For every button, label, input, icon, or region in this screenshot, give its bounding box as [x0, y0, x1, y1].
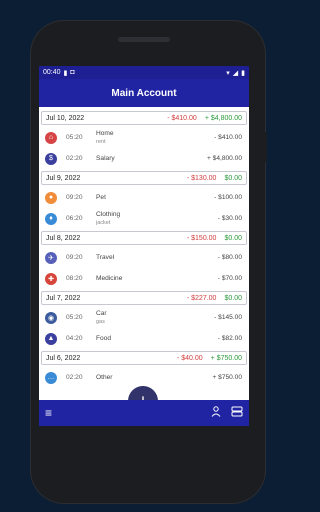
day-date: Jul 7, 2022: [46, 294, 81, 302]
transaction-desc: Pet: [96, 194, 214, 202]
transaction-note: rent: [96, 138, 106, 145]
transaction-time: 05:20: [66, 314, 83, 321]
transaction-row[interactable]: ⌂ 05:20 Home rent - $410.00: [41, 127, 247, 148]
transaction-row[interactable]: $02:20 Salary + $4,800.00: [41, 148, 247, 169]
transaction-row[interactable]: ▲ 04:20 Food - $82.00: [41, 328, 247, 349]
page-title: Main Account: [111, 87, 177, 99]
food-icon: ▲: [45, 332, 57, 345]
day-expense-total: - $130.00: [186, 174, 217, 182]
transaction-category: Car: [96, 309, 107, 317]
other-icon: …: [45, 371, 57, 384]
transaction-desc: Other: [96, 374, 212, 382]
day-header: Jul 7, 2022 - $227.00 $0.00: [41, 291, 247, 305]
transaction-category: Home: [96, 129, 114, 137]
transaction-desc: Travel: [96, 254, 218, 262]
pet-icon: ●: [45, 191, 57, 204]
transaction-category: Clothing: [96, 210, 121, 218]
status-bar: 00:40 ▮ ◘ ▾ ◢ ▮: [39, 66, 249, 79]
medicine-icon: ✚: [45, 272, 57, 285]
transaction-category: Salary: [96, 154, 115, 162]
signal-icon: ◢: [232, 69, 239, 77]
transaction-category: Food: [96, 334, 112, 342]
account-icon[interactable]: [211, 404, 221, 422]
transaction-row[interactable]: ✈ 09:20 Travel - $80.00: [41, 247, 247, 268]
clothing-icon: ♦: [45, 212, 57, 225]
transaction-category: Pet: [96, 193, 106, 201]
transaction-time: 04:20: [66, 335, 83, 342]
day-expense-total: - $150.00: [186, 234, 217, 242]
day-expense-total: - $40.00: [176, 354, 203, 362]
transaction-note: jacket: [96, 219, 111, 226]
transaction-note: gas: [96, 318, 105, 325]
transaction-time: 05:20: [66, 134, 83, 141]
travel-icon: ✈: [45, 251, 57, 264]
bottom-bar: ≡: [39, 400, 249, 426]
transaction-row[interactable]: ◉ 05:20 Car gas - $145.00: [41, 307, 247, 328]
sim-icon: ▮: [63, 69, 68, 77]
transaction-desc: Food: [96, 335, 218, 343]
transaction-desc: Clothing jacket: [96, 211, 218, 227]
day-income-total: $0.00: [224, 174, 242, 182]
car-icon: ◉: [45, 311, 57, 324]
day-header: Jul 10, 2022 - $410.00 + $4,800.00: [41, 111, 247, 125]
transaction-amount: + $750.00: [212, 374, 242, 381]
day-date: Jul 8, 2022: [46, 234, 81, 242]
transaction-list[interactable]: Jul 10, 2022 - $410.00 + $4,800.00 ⌂ 05:20 Ho…: [39, 107, 249, 388]
salary-icon: $: [45, 152, 57, 165]
transaction-category: Medicine: [96, 274, 123, 282]
transaction-category: Other: [96, 373, 113, 381]
transaction-desc: Medicine: [96, 275, 218, 283]
notification-icon: ◘: [70, 69, 75, 76]
cards-icon[interactable]: [231, 404, 243, 422]
transaction-time: 08:20: [66, 275, 83, 282]
transaction-desc: Home rent: [96, 130, 214, 146]
transaction-amount: + $4,800.00: [206, 155, 242, 162]
transaction-amount: - $30.00: [217, 215, 242, 222]
status-time: 00:40: [43, 69, 61, 76]
day-income-total: + $750.00: [210, 354, 242, 362]
day-income-total: + $4,800.00: [204, 114, 242, 122]
transaction-category: Travel: [96, 253, 115, 261]
phone-side-button: [264, 132, 267, 162]
transaction-time: 09:20: [66, 254, 83, 261]
transaction-row[interactable]: ● 09:20 Pet - $100.00: [41, 187, 247, 208]
day-expense-total: - $410.00: [167, 114, 197, 122]
day-header: Jul 8, 2022 - $150.00 $0.00: [41, 231, 247, 245]
transaction-row[interactable]: ♦ 06:20 Clothing jacket - $30.00: [41, 208, 247, 229]
day-date: Jul 6, 2022: [46, 354, 81, 362]
transaction-time: 06:20: [66, 215, 83, 222]
transaction-amount: - $145.00: [214, 314, 242, 321]
home-icon: ⌂: [45, 131, 57, 144]
transaction-amount: - $82.00: [217, 335, 242, 342]
transaction-time: 09:20: [66, 194, 83, 201]
day-header: Jul 9, 2022 - $130.00 $0.00: [41, 171, 247, 185]
day-header: Jul 6, 2022 - $40.00 + $750.00: [41, 351, 247, 365]
transaction-desc: Salary: [96, 155, 207, 163]
transaction-row[interactable]: ✚ 08:20 Medicine - $70.00: [41, 268, 247, 289]
battery-icon: ▮: [241, 69, 245, 77]
app-screen: 00:40 ▮ ◘ ▾ ◢ ▮ Main Account Jul 10, 202…: [39, 66, 249, 426]
transaction-time: 02:20: [66, 155, 83, 162]
transaction-desc: Car gas: [96, 310, 214, 326]
wifi-icon: ▾: [226, 69, 230, 77]
transaction-amount: - $410.00: [214, 134, 242, 141]
app-bar: Main Account: [39, 79, 249, 107]
menu-icon[interactable]: ≡: [45, 406, 52, 420]
day-expense-total: - $227.00: [186, 294, 217, 302]
day-date: Jul 10, 2022: [46, 114, 85, 122]
phone-speaker: [118, 37, 170, 42]
transaction-amount: - $100.00: [214, 194, 242, 201]
day-income-total: $0.00: [224, 234, 242, 242]
transaction-amount: - $80.00: [217, 254, 242, 261]
day-income-total: $0.00: [224, 294, 242, 302]
transaction-time: 02:20: [66, 374, 83, 381]
transaction-row[interactable]: … 02:20 Other + $750.00: [41, 367, 247, 388]
transaction-amount: - $70.00: [217, 275, 242, 282]
day-date: Jul 9, 2022: [46, 174, 81, 182]
